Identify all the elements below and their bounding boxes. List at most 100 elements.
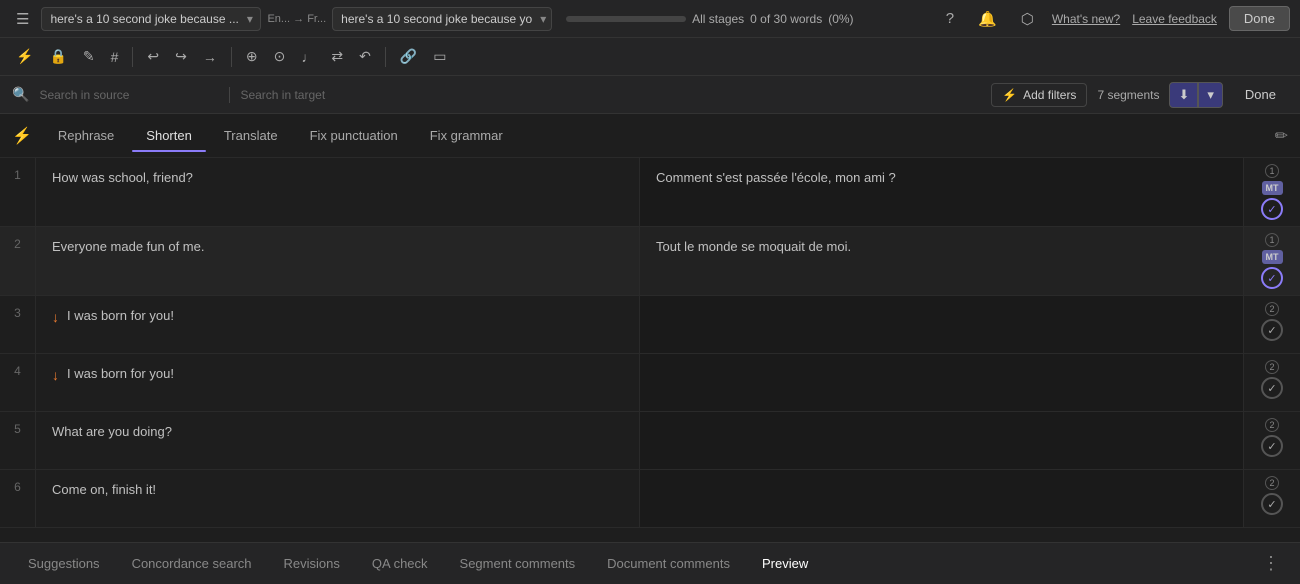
segment-source[interactable]: ↓ I was born for you! [36,296,640,353]
exchange-btn[interactable]: ⇄ [325,44,349,69]
segment-actions: 1 MT ✓ [1244,227,1300,295]
confirm-btn[interactable]: ✓ [1261,267,1283,289]
confirm-btn[interactable]: ✓ [1261,493,1283,515]
tab-fix-punctuation[interactable]: Fix punctuation [296,120,412,151]
edit-right-icon[interactable]: ✏ [1275,126,1288,146]
doc-title-left-text: here's a 10 second joke because ... [50,12,238,26]
segment-source[interactable]: How was school, friend? [36,158,640,226]
editor-toolbar: ⚡ 🔒 ✎ # ↩ ↪ → ⊕ ⊙ ♩ ⇄ ↶ 🔗 ▭ [0,38,1300,76]
undo-btn[interactable]: ↩ [141,44,165,69]
download-group: ⬇ ▾ [1169,82,1222,108]
tab-revisions[interactable]: Revisions [268,546,356,581]
table-row: 2 Everyone made fun of me. Tout le monde… [0,227,1300,296]
circle-btn[interactable]: ⊙ [268,44,292,69]
bottom-tabs: Suggestions Concordance search Revisions… [0,542,1300,584]
segment-target[interactable] [640,412,1244,469]
filter-label: Add filters [1023,88,1076,102]
down-arrow-icon: ↓ [52,309,59,325]
add-btn[interactable]: ⊕ [240,44,264,69]
search-done-btn[interactable]: Done [1233,83,1288,106]
tab-translate[interactable]: Translate [210,120,292,151]
revision-badge: 2 [1265,360,1279,374]
segment-target[interactable] [640,296,1244,353]
table-row: 6 Come on, finish it! 2 ✓ [0,470,1300,528]
mt-badge: MT [1262,250,1283,264]
note-btn[interactable]: ♩ [295,45,321,69]
search-right: ⚡ Add filters 7 segments ⬇ ▾ Done [991,82,1288,108]
revision-badge: 2 [1265,302,1279,316]
segments-count: 7 segments [1097,88,1159,102]
progress-bar-bg [566,16,686,22]
lang-pair: En... → Fr... [267,13,326,25]
link-btn[interactable]: 🔗 [394,44,423,69]
tab-suggestions[interactable]: Suggestions [12,546,116,581]
doc-title-left-button[interactable]: here's a 10 second joke because ... ▾ [41,7,261,31]
segment-source[interactable]: ↓ I was born for you! [36,354,640,411]
table-row: 5 What are you doing? 2 ✓ [0,412,1300,470]
lock-btn[interactable]: 🔒 [43,44,72,69]
menu-icon[interactable]: ☰ [10,6,35,32]
confirm-btn[interactable]: ✓ [1261,377,1283,399]
layout-btn[interactable]: ▭ [427,44,452,69]
done-button[interactable]: Done [1229,6,1290,31]
tab-concordance[interactable]: Concordance search [116,546,268,581]
notifications-icon[interactable]: 🔔 [972,6,1003,32]
edit-btn[interactable]: ✎ [77,44,101,69]
more-options-icon[interactable]: ⋮ [1254,549,1288,578]
tab-qa-check[interactable]: QA check [356,546,444,581]
segment-actions: 1 MT ✓ [1244,158,1300,226]
segment-source[interactable]: What are you doing? [36,412,640,469]
segment-target[interactable] [640,470,1244,527]
help-icon[interactable]: ? [940,6,960,31]
confirm-btn[interactable]: ✓ [1261,435,1283,457]
word-pct: (0%) [828,12,853,26]
doc-title-right-text: here's a 10 second joke because yo [341,12,532,26]
segment-source[interactable]: Come on, finish it! [36,470,640,527]
whats-new-link[interactable]: What's new? [1052,12,1120,26]
revision-badge: 2 [1265,418,1279,432]
expand-btn[interactable]: ▾ [1198,82,1223,108]
tab-shorten[interactable]: Shorten [132,120,206,151]
redo-btn[interactable]: ↪ [169,44,193,69]
down-arrow-icon: ↓ [52,367,59,383]
segment-source[interactable]: Everyone made fun of me. [36,227,640,295]
segment-actions: 2 ✓ [1244,412,1300,469]
filter-button[interactable]: ⚡ Add filters [991,83,1087,107]
tab-document-comments[interactable]: Document comments [591,546,746,581]
segment-target[interactable] [640,354,1244,411]
segment-number: 6 [0,470,36,527]
segment-target[interactable]: Comment s'est passée l'école, mon ami ? [640,158,1244,226]
table-row: 1 How was school, friend? Comment s'est … [0,158,1300,227]
leave-feedback-link[interactable]: Leave feedback [1132,12,1217,26]
ai-toolbar-btn[interactable]: ⚡ [10,44,39,69]
table-row: 3 ↓ I was born for you! 2 ✓ [0,296,1300,354]
search-source-input[interactable] [39,88,219,102]
rotate-btn[interactable]: ↶ [353,44,377,69]
tag-btn[interactable]: # [105,45,125,69]
filter-icon: ⚡ [1002,88,1017,102]
arrow-right-btn[interactable]: → [197,45,223,69]
top-bar-right: ? 🔔 ⬡ What's new? Leave feedback Done [940,6,1290,32]
tab-preview[interactable]: Preview [746,546,824,581]
revision-badge: 1 [1265,164,1279,178]
segment-target[interactable]: Tout le monde se moquait de moi. [640,227,1244,295]
doc-title-left-chevron: ▾ [247,12,253,26]
separator-1 [132,47,133,67]
doc-title-right-button[interactable]: here's a 10 second joke because yo ▾ [332,7,552,31]
segment-actions: 2 ✓ [1244,354,1300,411]
segment-number: 2 [0,227,36,295]
download-btn[interactable]: ⬇ [1169,82,1198,108]
tab-fix-grammar[interactable]: Fix grammar [416,120,517,151]
segment-actions: 2 ✓ [1244,470,1300,527]
share-icon[interactable]: ⬡ [1015,6,1040,32]
table-row: 4 ↓ I was born for you! 2 ✓ [0,354,1300,412]
confirm-btn[interactable]: ✓ [1261,319,1283,341]
search-icon[interactable]: 🔍 [12,86,29,103]
segment-number: 1 [0,158,36,226]
tab-segment-comments[interactable]: Segment comments [444,546,592,581]
mt-badge: MT [1262,181,1283,195]
top-bar-left: ☰ here's a 10 second joke because ... ▾ … [10,6,932,32]
tab-rephrase[interactable]: Rephrase [44,120,128,151]
search-target-input[interactable] [240,88,420,102]
confirm-btn[interactable]: ✓ [1261,198,1283,220]
